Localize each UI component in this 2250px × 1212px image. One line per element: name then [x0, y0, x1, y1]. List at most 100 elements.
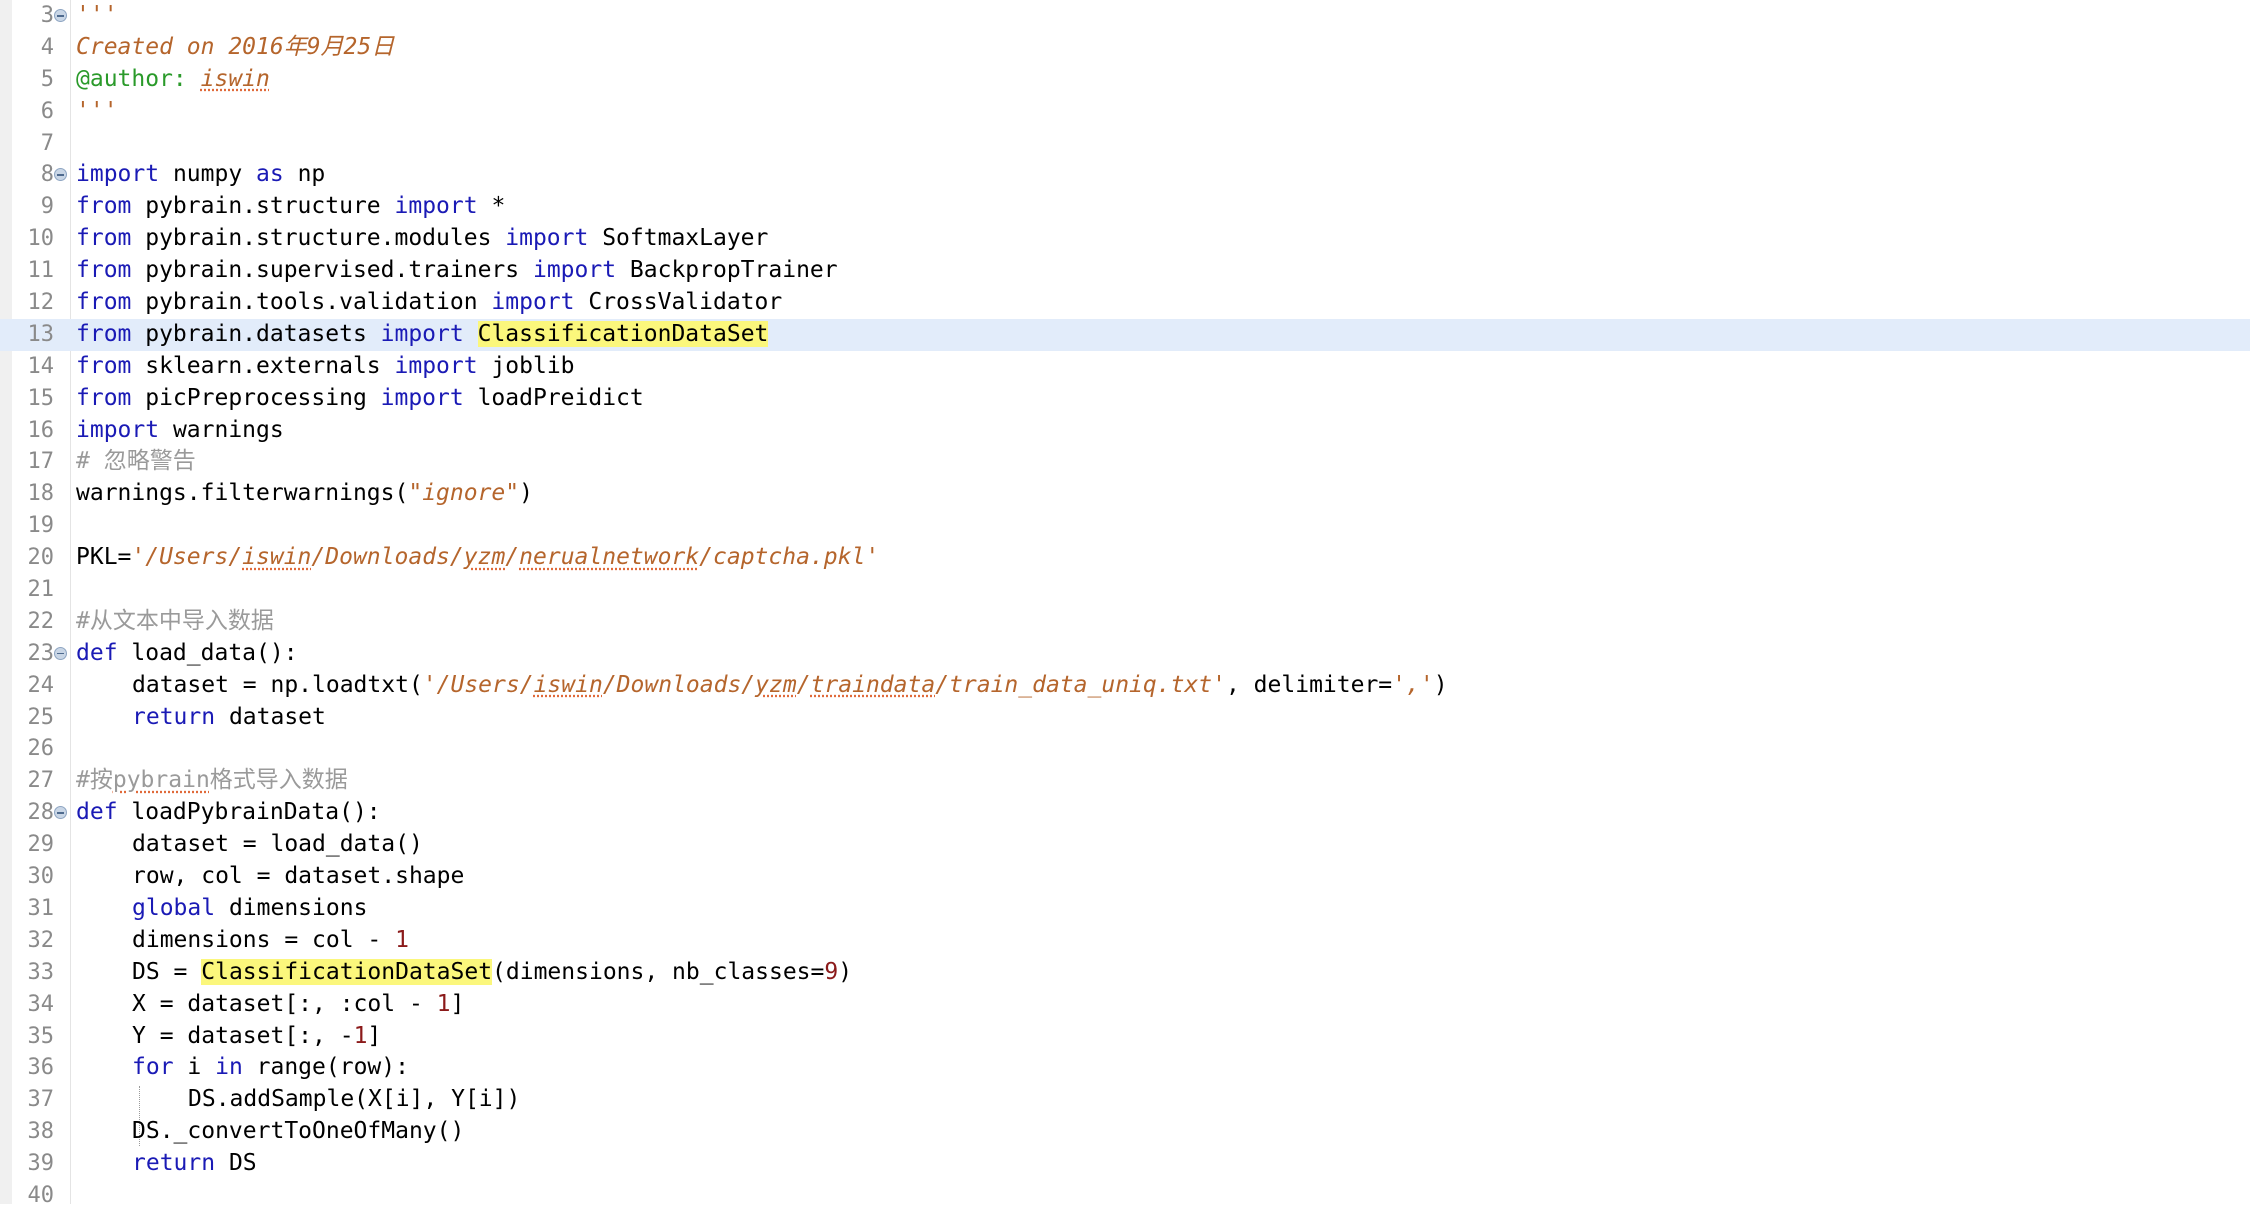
code-text: DS = ClassificationDataSet(dimensions, n…: [76, 957, 852, 989]
code-editor[interactable]: 3 ''' 4 Created on 2016年9月25日 5 @author: iswi…: [0, 0, 2250, 1212]
line-number: 5: [40, 66, 54, 92]
code-token: warnings.filterwarnings(: [76, 480, 409, 507]
code-token: ]: [367, 1022, 382, 1049]
code-line[interactable]: 26: [0, 733, 2250, 765]
code-line[interactable]: 29 dataset = load_data(): [0, 829, 2250, 861]
code-line[interactable]: 7: [0, 128, 2250, 160]
code-line[interactable]: 22 #从文本中导入数据: [0, 606, 2250, 638]
code-token: i: [173, 1054, 216, 1081]
code-line[interactable]: 20 PKL='/Users/iswin/Downloads/yzm/nerual…: [0, 542, 2250, 574]
fold-collapse-icon[interactable]: [54, 168, 67, 182]
code-token: CrossValidator: [574, 289, 783, 316]
code-token: , delimiter=: [1225, 671, 1393, 698]
code-text: import numpy as np: [76, 159, 325, 191]
line-number: 30: [27, 864, 55, 890]
code-line[interactable]: 8 import numpy as np: [0, 159, 2250, 191]
code-line[interactable]: 14 from sklearn.externals import joblib: [0, 351, 2250, 383]
code-line[interactable]: 12 from pybrain.tools.validation import C…: [0, 287, 2250, 319]
code-token: (dimensions, nb_classes=: [492, 958, 825, 985]
fold-collapse-icon[interactable]: [54, 9, 67, 22]
line-number: 33: [27, 959, 55, 985]
code-token: pybrain.structure.modules: [131, 225, 506, 252]
code-token: import: [76, 416, 160, 443]
code-line[interactable]: 9 from pybrain.structure import *: [0, 191, 2250, 223]
code-token: warnings: [159, 416, 284, 443]
code-line[interactable]: 28 def loadPybrainData():: [0, 797, 2250, 829]
code-line[interactable]: 27 #按pybrain格式导入数据: [0, 765, 2250, 797]
code-token: from: [76, 225, 132, 252]
code-line[interactable]: 18 warnings.filterwarnings("ignore"): [0, 478, 2250, 510]
code-token: import: [491, 289, 575, 316]
code-line[interactable]: 36 for i in range(row):: [0, 1052, 2250, 1084]
line-number: 9: [40, 194, 54, 220]
code-text: from sklearn.externals import joblib: [76, 351, 575, 383]
code-line[interactable]: 15 from picPreprocessing import loadPreid…: [0, 383, 2250, 415]
code-line[interactable]: 19: [0, 510, 2250, 542]
code-token: from: [76, 384, 132, 411]
code-line[interactable]: 33 DS = ClassificationDataSet(dimensions,…: [0, 957, 2250, 989]
code-token: /captcha.pkl': [699, 544, 880, 571]
code-token: picPreprocessing: [131, 384, 381, 411]
code-line[interactable]: 3 ''': [0, 0, 2250, 32]
code-token: dataset = np.loadtxt(: [132, 671, 423, 698]
code-line[interactable]: 4 Created on 2016年9月25日: [0, 32, 2250, 64]
code-token: 格式导入数据: [209, 767, 348, 794]
code-text: ''': [76, 96, 118, 128]
line-number: 23: [27, 640, 55, 666]
line-number: 34: [27, 991, 55, 1017]
code-line[interactable]: 37 DS.addSample(X[i], Y[i]): [0, 1084, 2250, 1147]
code-text: from pybrain.datasets import Classificat…: [76, 319, 769, 351]
code-token: /Downloads/: [311, 544, 464, 571]
code-line[interactable]: 23 def load_data():: [0, 638, 2250, 670]
code-token: Y = dataset[:, -: [132, 1022, 354, 1049]
code-line[interactable]: 16 import warnings: [0, 415, 2250, 447]
code-line[interactable]: 30 row, col = dataset.shape: [0, 861, 2250, 893]
fold-collapse-icon[interactable]: [54, 806, 67, 820]
code-token: import: [380, 384, 464, 411]
code-text: from pybrain.tools.validation import Cro…: [76, 287, 782, 319]
code-token: as: [256, 161, 284, 188]
line-number: 38: [27, 1119, 55, 1145]
code-token: ): [1433, 671, 1448, 698]
code-token: return: [132, 1150, 216, 1177]
code-token: BackpropTrainer: [616, 257, 838, 284]
code-line[interactable]: 39 return DS: [0, 1148, 2250, 1180]
line-number: 14: [27, 353, 55, 379]
code-text: from pybrain.supervised.trainers import …: [76, 255, 838, 287]
code-line[interactable]: 32 dimensions = col - 1: [0, 925, 2250, 957]
code-line[interactable]: 31 global dimensions: [0, 893, 2250, 925]
code-token: yzm: [463, 544, 506, 571]
code-line[interactable]: 11 from pybrain.supervised.trainers impor…: [0, 255, 2250, 287]
code-token: loadPreidict: [463, 384, 644, 411]
line-number: 18: [27, 481, 55, 507]
code-token: return: [132, 703, 216, 730]
line-number: 8: [40, 162, 54, 188]
line-number: 40: [27, 1182, 55, 1208]
code-token: ): [519, 480, 533, 507]
code-token: DS._convertToOneOfMany(): [132, 1118, 465, 1145]
code-token: 9: [824, 958, 839, 985]
code-token: ): [838, 958, 853, 985]
fold-collapse-icon[interactable]: [54, 646, 67, 660]
line-number: 29: [27, 832, 55, 858]
code-line[interactable]: 24 dataset = np.loadtxt('/Users/iswin/Dow…: [0, 670, 2250, 702]
code-line[interactable]: 21: [0, 574, 2250, 606]
code-line[interactable]: 10 from pybrain.structure.modules import …: [0, 223, 2250, 255]
line-number: 15: [27, 385, 55, 411]
code-line[interactable]: 17 # 忽略警告: [0, 446, 2250, 478]
code-line[interactable]: 25 return dataset: [0, 702, 2250, 734]
code-token: in: [215, 1054, 243, 1081]
code-line[interactable]: 5 @author: iswin: [0, 64, 2250, 96]
code-token: # 忽略警告: [76, 448, 196, 475]
code-line[interactable]: 38 DS._convertToOneOfMany(): [0, 1116, 2250, 1148]
code-token: 1: [395, 926, 409, 953]
code-line[interactable]: 6 ''': [0, 96, 2250, 128]
code-line[interactable]: 35 Y = dataset[:, -1]: [0, 1021, 2250, 1053]
code-token: import: [394, 193, 478, 220]
code-line[interactable]: 13 from pybrain.datasets import Classific…: [0, 318, 2250, 351]
code-text: #按pybrain格式导入数据: [76, 765, 348, 797]
code-line[interactable]: 34 X = dataset[:, :col - 1]: [0, 989, 2250, 1021]
code-token: PKL=: [76, 544, 132, 571]
code-line[interactable]: 40: [0, 1180, 2250, 1212]
code-text: dataset = load_data(): [76, 829, 423, 861]
